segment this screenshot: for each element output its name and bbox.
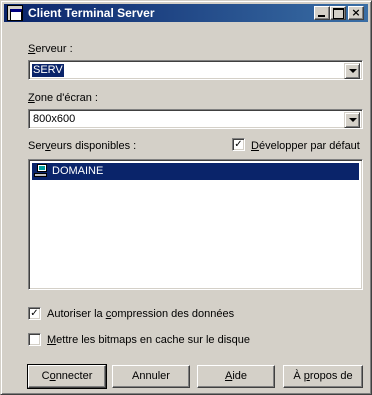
connect-button[interactable]: Connecter — [27, 364, 107, 389]
bitmap-cache-checkbox[interactable] — [28, 333, 41, 346]
title-bar[interactable]: Client Terminal Server × — [4, 4, 368, 22]
check-icon: ✓ — [30, 308, 39, 319]
help-button[interactable]: Aide — [197, 365, 275, 388]
compression-label[interactable]: Autoriser la compression des données — [47, 308, 234, 321]
close-button[interactable]: × — [348, 6, 364, 20]
expand-default-checkbox[interactable]: ✓ — [232, 138, 245, 151]
selection-highlight — [182, 163, 359, 180]
list-item[interactable]: DOMAINE — [32, 163, 359, 180]
window-title: Client Terminal Server — [28, 6, 155, 20]
compression-checkbox[interactable]: ✓ — [28, 307, 41, 320]
bitmap-cache-label[interactable]: Mettre les bitmaps en cache sur le disqu… — [47, 334, 250, 347]
server-dropdown-arrow-icon[interactable] — [344, 63, 360, 79]
screen-area-dropdown-arrow-icon[interactable] — [344, 112, 360, 128]
screen-area-combobox[interactable]: 800x600 — [28, 109, 363, 129]
server-combobox[interactable]: SERV — [28, 60, 363, 80]
list-item-selected[interactable]: DOMAINE — [32, 163, 182, 180]
close-icon: × — [351, 6, 361, 19]
screen-area-label: Zone d'écran : — [28, 92, 98, 104]
available-servers-label: Serveurs disponibles : — [28, 140, 137, 152]
app-window-icon[interactable] — [7, 5, 23, 21]
server-label: Serveur : — [28, 43, 73, 55]
minimize-button[interactable] — [314, 6, 330, 20]
expand-default-label[interactable]: Développer par défaut — [251, 140, 360, 153]
server-input[interactable]: SERV — [32, 64, 64, 77]
maximize-button — [330, 6, 346, 20]
check-icon: ✓ — [234, 139, 243, 150]
available-servers-list[interactable]: DOMAINE — [28, 159, 363, 290]
terminal-server-client-window: Client Terminal Server × Serveur : SERV … — [0, 0, 372, 395]
domain-computer-icon — [34, 164, 49, 178]
list-item-label: DOMAINE — [52, 165, 104, 177]
cancel-button[interactable]: Annuler — [112, 365, 190, 388]
about-button[interactable]: À propos de — [283, 365, 363, 388]
screen-area-value: 800x600 — [33, 113, 76, 125]
